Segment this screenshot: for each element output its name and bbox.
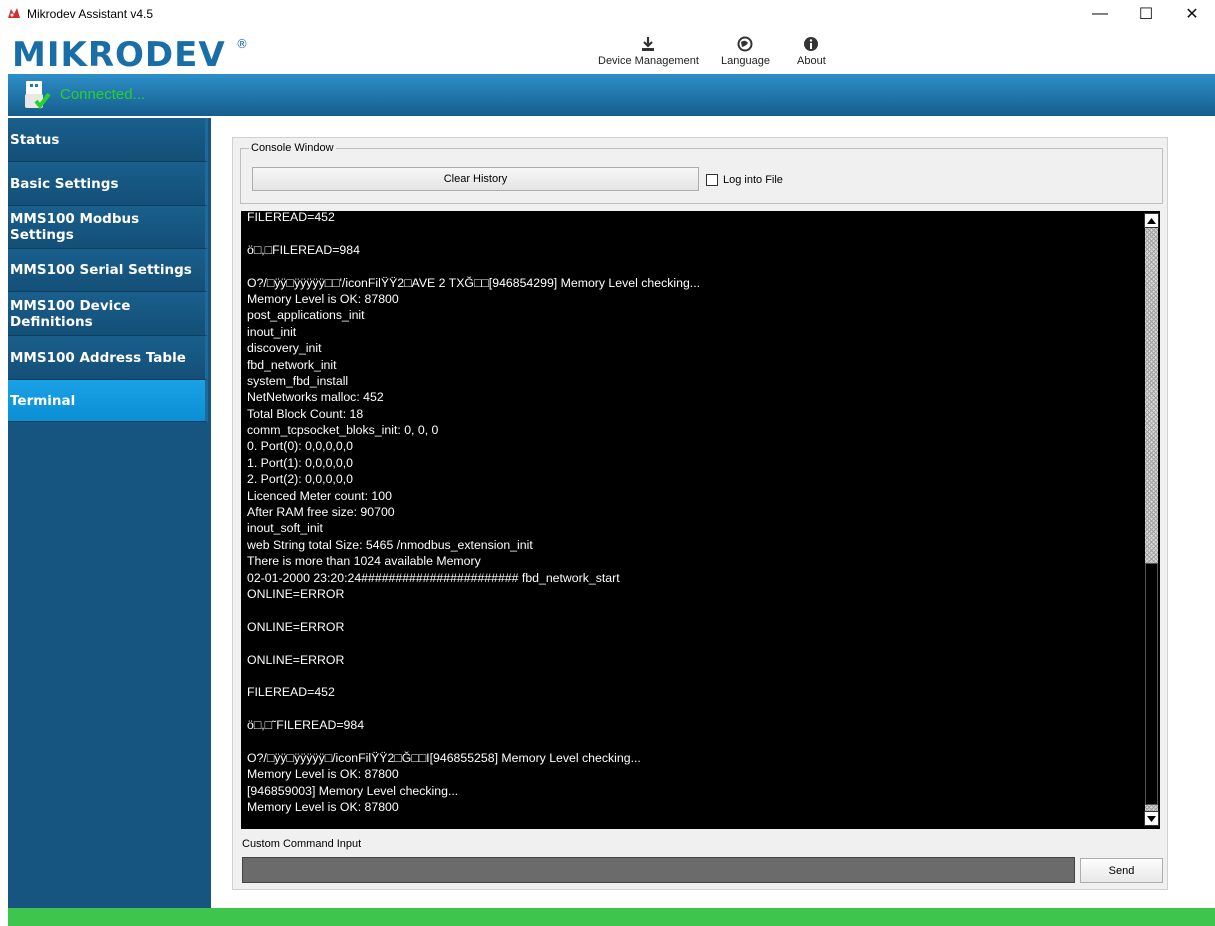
sidebar-item-label: Terminal (10, 392, 76, 409)
minimize-icon: — (1092, 5, 1108, 22)
globe-icon (737, 36, 753, 52)
console-line: ONLINE=ERROR (247, 619, 345, 634)
sidebar-item-address-table[interactable]: MMS100 Address Table (8, 336, 208, 380)
console-line: inout_init (247, 324, 297, 339)
arrow-down-icon (1147, 815, 1156, 822)
console-line: Licenced Meter count: 100 (247, 488, 392, 503)
sidebar-item-label: MMS100 Modbus Settings (10, 211, 140, 243)
console-scrollbar[interactable] (1143, 211, 1160, 829)
console-line: O?/□ÿÿ□ÿÿÿÿÿ□/iconFilŸŸ2□Ğ□□I[946855258]… (247, 750, 641, 765)
console-line: system_fbd_install (247, 373, 349, 388)
clear-history-button[interactable]: Clear History (252, 167, 699, 191)
title-bar: Mikrodev Assistant v4.5 — ☐ ✕ (0, 0, 1215, 28)
sidebar-item-modbus-settings[interactable]: MMS100 Modbus Settings (8, 206, 208, 249)
scroll-up-button[interactable] (1144, 213, 1159, 228)
close-icon: ✕ (1185, 6, 1199, 23)
console-line: post_applications_init (247, 308, 365, 323)
console-line: FILEREAD=452 (247, 685, 335, 700)
language-button[interactable]: Language (721, 36, 770, 67)
console-window-label: Console Window (249, 142, 336, 154)
sidebar-item-terminal[interactable]: Terminal (8, 380, 208, 422)
console-line: discovery_init (247, 341, 322, 356)
console-line: FILEREAD=452 (247, 211, 335, 224)
console-line: O?/□ÿÿ□ÿÿÿÿÿ□□'/iconFilŸŸ2□AVE 2 TXĞ□□[9… (247, 275, 701, 290)
console-line: ö□,□FILEREAD=984 (247, 242, 360, 257)
language-label: Language (721, 55, 770, 67)
console-line: fbd_network_init (247, 357, 337, 372)
device-management-label: Device Management (598, 55, 699, 67)
console-line: ONLINE=ERROR (247, 652, 345, 667)
sidebar-item-device-definitions[interactable]: MMS100 Device Definitions (8, 292, 208, 336)
console-line: ö□,□˜FILEREAD=984 (247, 718, 365, 733)
sidebar-item-basic-settings[interactable]: Basic Settings (8, 162, 208, 206)
maximize-icon: ☐ (1138, 6, 1154, 23)
sidebar-item-label: Status (10, 131, 60, 148)
connection-status-text: Connected... (60, 86, 146, 103)
console-line: comm_tcpsocket_bloks_init: 0, 0, 0 (247, 423, 439, 438)
svg-text:MIKRODEV: MIKRODEV (12, 35, 226, 72)
console-line: NetNetworks malloc: 452 (247, 390, 384, 405)
sidebar-item-label: MMS100 Serial Settings (10, 262, 192, 278)
mikrodev-logo: MIKRODEV ® (12, 35, 248, 72)
info-icon (804, 37, 819, 51)
console-line: Total Block Count: 18 (247, 406, 364, 421)
console-line: inout_soft_init (247, 521, 323, 536)
console-line: [946859003] Memory Level checking... (247, 783, 459, 798)
minimize-button[interactable]: — (1077, 0, 1123, 28)
console-line: ONLINE=ERROR (247, 586, 345, 601)
close-button[interactable]: ✕ (1169, 0, 1215, 28)
connection-status-bar: Connected... (8, 74, 1215, 116)
sidebar-item-status[interactable]: Status (8, 118, 208, 162)
console-line: After RAM free size: 90700 (247, 505, 395, 520)
custom-command-label: Custom Command Input (242, 838, 362, 850)
log-into-file-label: Log into File (723, 174, 783, 186)
sidebar-item-label: MMS100 Device Definitions (10, 297, 131, 330)
app-header: MIKRODEV ® Device Management Language Ab… (0, 28, 1215, 74)
log-into-file-checkbox[interactable] (706, 174, 718, 186)
sidebar-item-label: Basic Settings (10, 175, 119, 192)
scroll-down-button[interactable] (1144, 811, 1159, 826)
sidebar: Status Basic Settings MMS100 Modbus Sett… (8, 118, 211, 908)
console-line: Memory Level is OK: 87800 (247, 291, 399, 306)
console-line: Memory Level is OK: 87800 (247, 767, 399, 782)
footer-bar (8, 908, 1215, 926)
console-lines: FILEREAD=452 ö□,□FILEREAD=984 O?/□ÿÿ□ÿÿÿÿÿ… (247, 211, 700, 815)
console-line: There is more than 1024 available Memory (247, 554, 481, 569)
usb-connected-icon (25, 81, 51, 110)
console-line: Memory Level is OK: 87800 (247, 800, 399, 815)
window-title: Mikrodev Assistant v4.5 (27, 7, 154, 21)
console-line: 2. Port(2): 0,0,0,0,0 (247, 472, 353, 487)
scroll-thumb[interactable] (1145, 563, 1158, 805)
send-button[interactable]: Send (1080, 858, 1163, 883)
console-line: 1. Port(1): 0,0,0,0,0 (247, 455, 353, 470)
custom-command-input[interactable] (242, 857, 1075, 883)
console-output[interactable]: FILEREAD=452 ö□,□FILEREAD=984 O?/□ÿÿ□ÿÿÿÿÿ… (241, 211, 1143, 829)
mikrodev-app-icon (8, 8, 20, 18)
about-label: About (797, 55, 826, 67)
maximize-button[interactable]: ☐ (1123, 0, 1169, 28)
arrow-up-icon (1147, 217, 1156, 224)
console-line: 0. Port(0): 0,0,0,0,0 (247, 439, 353, 454)
about-button[interactable]: About (797, 36, 826, 67)
console-line: 02-01-2000 23:20:24#####################… (247, 570, 620, 585)
device-management-button[interactable]: Device Management (598, 36, 699, 67)
sidebar-item-label: MMS100 Address Table (10, 349, 186, 366)
svg-text:®: ® (236, 37, 248, 51)
download-icon (642, 37, 655, 51)
sidebar-item-serial-settings[interactable]: MMS100 Serial Settings (8, 249, 208, 292)
console-line: web String total Size: 5465 /nmodbus_ext… (247, 537, 533, 552)
